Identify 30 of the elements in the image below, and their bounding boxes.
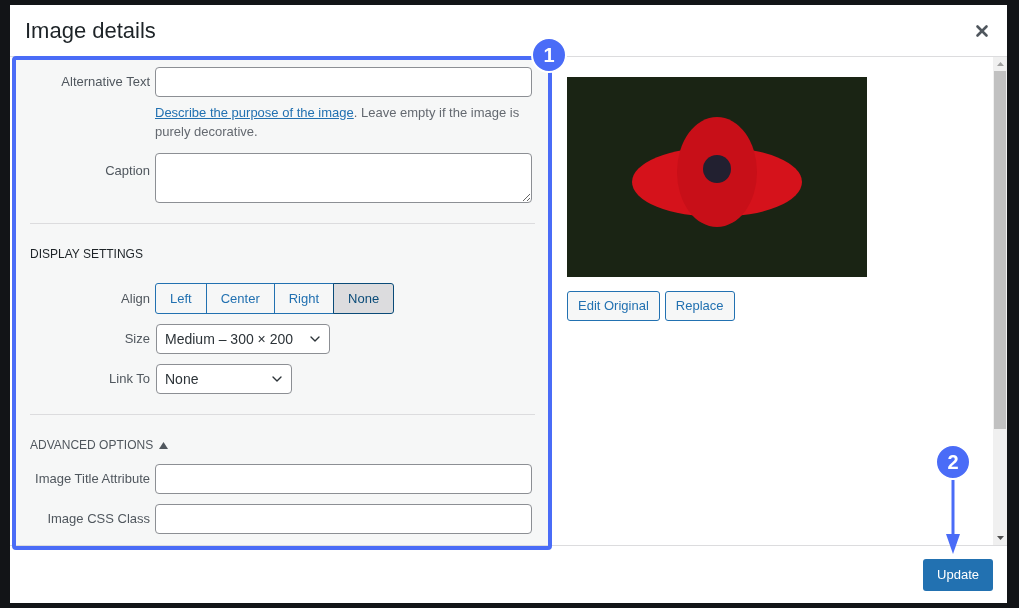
help-text: Describe the purpose of the image. Leave empty if the image is purely decorative. — [155, 104, 521, 141]
align-option[interactable]: None — [333, 283, 395, 314]
align-option[interactable]: Center — [205, 283, 275, 314]
update-button[interactable]: Update — [923, 558, 993, 591]
field-label: Size — [123, 330, 150, 349]
align-option[interactable]: Right — [273, 283, 335, 314]
field-label: Image CSS Class — [46, 510, 150, 529]
describe-link[interactable]: Describe the purpose of the image — [155, 105, 354, 120]
text-input[interactable] — [155, 464, 532, 494]
text-input[interactable] — [155, 504, 532, 534]
align-option[interactable]: Left — [155, 283, 207, 314]
arrow-icon — [945, 480, 961, 554]
advanced-options-toggle[interactable]: ADVANCED OPTIONS — [30, 436, 169, 454]
field-label: Caption — [104, 162, 150, 180]
select-dropdown[interactable]: None — [156, 364, 292, 394]
scroll-up-icon[interactable] — [996, 62, 1004, 66]
image-action-button[interactable]: Replace — [664, 291, 735, 321]
section-heading: DISPLAY SETTINGS — [30, 246, 144, 263]
text-input[interactable] — [155, 67, 532, 97]
scrollbar[interactable] — [993, 57, 1007, 545]
field-label: Alternative Text — [60, 73, 150, 92]
scrollbar-thumb[interactable] — [994, 71, 1006, 429]
scroll-down-icon[interactable] — [996, 536, 1004, 540]
field-label: Link To — [108, 370, 150, 389]
dialog-title: Image details — [25, 17, 156, 45]
field-label: Image Title Attribute — [34, 470, 150, 489]
image-action-button[interactable]: Edit Original — [567, 291, 660, 321]
field-label: Align — [120, 289, 150, 308]
select-dropdown[interactable]: Medium – 300 × 200 — [156, 324, 331, 354]
caption-textarea[interactable] — [155, 153, 532, 203]
